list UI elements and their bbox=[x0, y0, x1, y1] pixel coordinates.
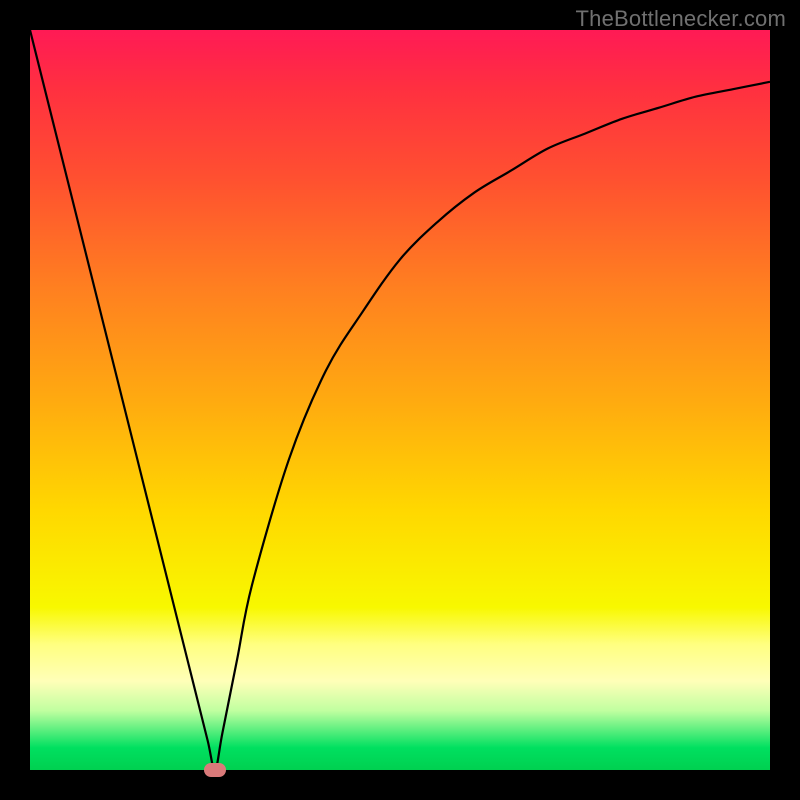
watermark-text: TheBottlenecker.com bbox=[576, 6, 786, 32]
chart-frame: TheBottlenecker.com bbox=[0, 0, 800, 800]
curve-svg bbox=[30, 30, 770, 770]
plot-area bbox=[30, 30, 770, 770]
bottleneck-curve bbox=[30, 30, 770, 770]
optimum-marker bbox=[204, 763, 226, 777]
